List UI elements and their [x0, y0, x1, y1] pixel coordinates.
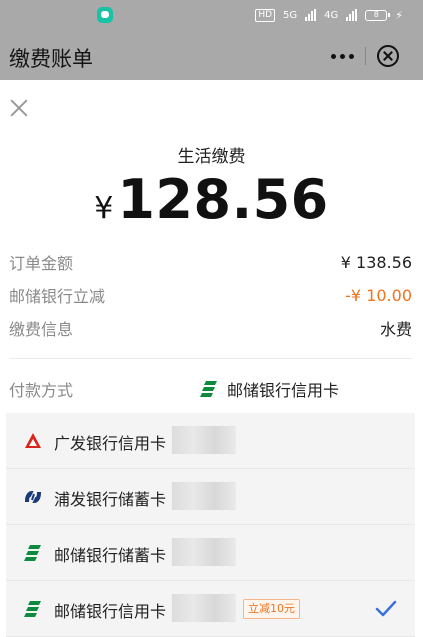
status-bar: HD 5G 4G 8 ⚡: [0, 0, 423, 30]
card-option-psbc-credit[interactable]: 邮储银行信用卡 立减10元: [6, 581, 415, 637]
order-amount-row: 订单金额 ¥ 138.56: [9, 249, 412, 275]
promo-badge: 立减10元: [243, 599, 300, 619]
psbc-logo-icon: [24, 601, 41, 617]
checkmark-icon: [375, 600, 397, 617]
card-name: 广发银行信用卡: [54, 434, 167, 453]
masked-card-number: [172, 594, 236, 622]
close-mini-program-button[interactable]: [366, 40, 409, 72]
selected-method-label: 邮储银行信用卡: [227, 381, 340, 400]
payment-info-row: 缴费信息 水费: [9, 315, 412, 341]
payment-info-label: 缴费信息: [9, 320, 74, 339]
card-name: 邮储银行信用卡: [54, 602, 167, 621]
spdb-logo-icon: [24, 490, 42, 504]
network-5g-label: 5G: [283, 9, 298, 21]
card-name: 浦发银行储蓄卡: [54, 490, 167, 509]
status-indicators: HD 5G 4G 8 ⚡: [255, 7, 403, 23]
network-4g-label: 4G: [324, 9, 339, 21]
masked-card-number: [172, 426, 236, 454]
hd-badge: HD: [255, 8, 276, 22]
page-title: 缴费账单: [9, 47, 93, 71]
psbc-logo-icon: [24, 545, 41, 561]
more-menu-icon[interactable]: [319, 40, 365, 72]
battery-icon: 8: [365, 9, 391, 21]
order-amount-value: ¥ 138.56: [340, 252, 412, 272]
order-amount-label: 订单金额: [9, 254, 74, 273]
discount-row: 邮储银行立减 -¥ 10.00: [9, 282, 412, 308]
payment-amount: ¥ 128.56: [0, 168, 423, 231]
masked-card-number: [172, 482, 236, 510]
selected-payment-method[interactable]: 邮储银行信用卡: [199, 377, 339, 401]
close-circle-icon: [376, 45, 399, 67]
payment-method-label: 付款方式: [9, 381, 74, 400]
card-name: 邮储银行储蓄卡: [54, 546, 167, 565]
payment-info-value: 水费: [379, 320, 412, 339]
discount-label: 邮储银行立减: [9, 287, 106, 306]
masked-card-number: [172, 538, 236, 566]
signal-icon: [305, 9, 317, 21]
payment-card-list: 广发银行信用卡 浦发银行储蓄卡 邮储银行储蓄卡 邮储银行信用卡 立减10元: [6, 413, 415, 637]
psbc-logo-icon: [200, 381, 217, 397]
amount-value: 128.56: [117, 168, 329, 231]
discount-value: -¥ 10.00: [345, 285, 412, 305]
section-divider: [9, 358, 412, 359]
cgb-logo-icon: [25, 433, 41, 448]
mini-program-capsule: [319, 40, 409, 72]
card-option-cgb-credit[interactable]: 广发银行信用卡: [6, 413, 415, 469]
charging-icon: ⚡: [395, 8, 403, 22]
card-option-spdb-debit[interactable]: 浦发银行储蓄卡: [6, 469, 415, 525]
currency-symbol: ¥: [94, 191, 114, 226]
payment-title: 生活缴费: [177, 147, 246, 167]
payment-method-row[interactable]: 付款方式 邮储银行信用卡: [9, 376, 412, 402]
card-option-psbc-debit[interactable]: 邮储银行储蓄卡: [6, 525, 415, 581]
title-bar: 缴费账单: [0, 30, 423, 80]
close-icon[interactable]: [8, 97, 30, 119]
wechat-notification-icon: [97, 7, 113, 23]
signal-icon: [346, 9, 358, 21]
